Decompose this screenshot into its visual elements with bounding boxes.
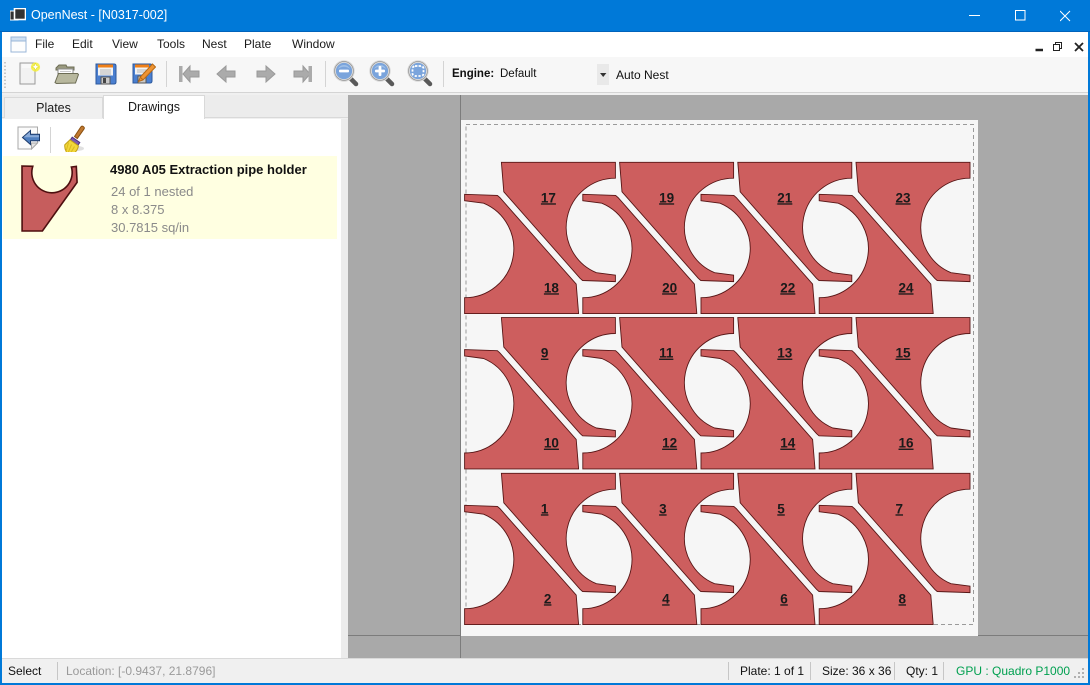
svg-text:14: 14 — [780, 436, 796, 451]
svg-text:23: 23 — [896, 190, 912, 205]
svg-text:18: 18 — [544, 280, 560, 295]
svg-text:13: 13 — [777, 346, 793, 361]
svg-text:16: 16 — [899, 436, 915, 451]
svg-text:7: 7 — [896, 501, 904, 516]
svg-text:12: 12 — [662, 436, 677, 451]
svg-text:10: 10 — [544, 436, 559, 451]
svg-text:11: 11 — [659, 346, 674, 361]
svg-text:22: 22 — [780, 280, 795, 295]
svg-text:24: 24 — [899, 280, 915, 295]
svg-text:8: 8 — [899, 591, 907, 606]
svg-text:20: 20 — [662, 280, 677, 295]
svg-text:9: 9 — [541, 346, 549, 361]
svg-text:4: 4 — [662, 591, 670, 606]
svg-text:19: 19 — [659, 190, 674, 205]
svg-text:3: 3 — [659, 501, 667, 516]
svg-text:17: 17 — [541, 190, 556, 205]
svg-text:2: 2 — [544, 591, 552, 606]
svg-text:5: 5 — [777, 501, 785, 516]
svg-text:6: 6 — [780, 591, 788, 606]
svg-text:1: 1 — [541, 501, 549, 516]
svg-text:21: 21 — [777, 190, 793, 205]
svg-text:15: 15 — [896, 346, 912, 361]
